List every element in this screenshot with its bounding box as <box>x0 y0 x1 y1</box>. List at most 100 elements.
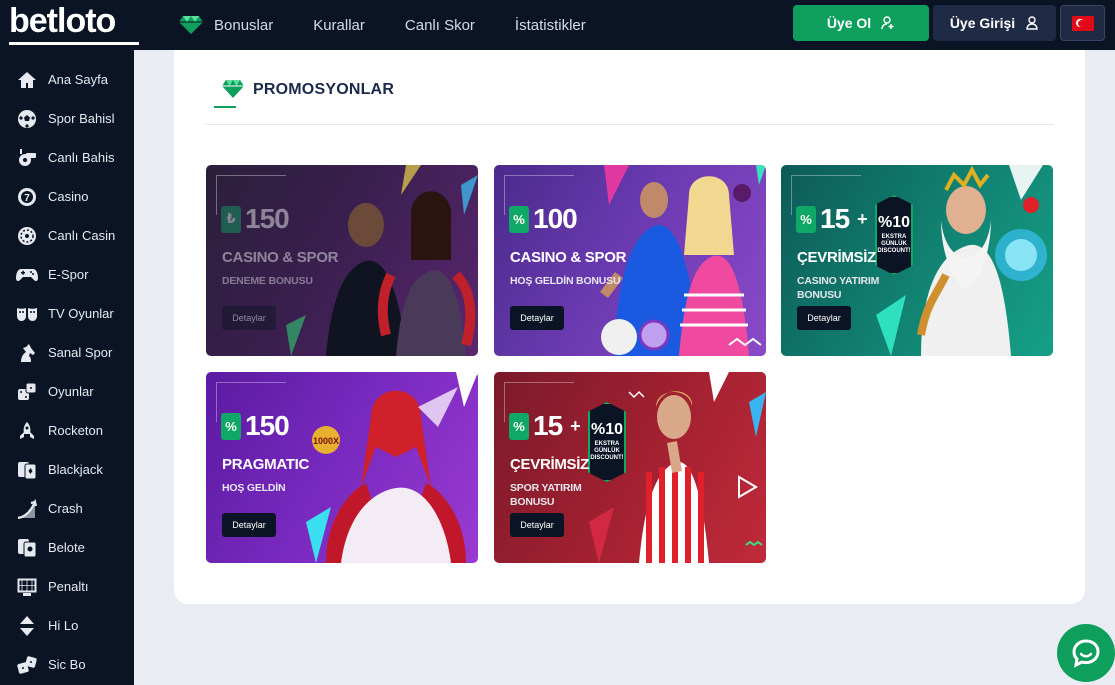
sidebar-item-sic-bo[interactable]: Sic Bo <box>0 645 134 684</box>
card-subtitle: HOŞ GELDİN BONUSU <box>510 275 621 287</box>
sidebar-item-label: Sic Bo <box>48 657 86 672</box>
details-button[interactable]: Detaylar <box>510 513 564 537</box>
promo-card-casino-spor-deneme[interactable]: ₺ 150 CASINO & SPOR DENEME BONUSU Detayl… <box>206 165 478 356</box>
details-button[interactable]: Detaylar <box>510 306 564 330</box>
title-underline <box>214 106 236 108</box>
live-chat-button[interactable] <box>1057 624 1115 682</box>
bonus-badge: % 15 + <box>509 410 581 442</box>
sidebar-item-penalti[interactable]: Penaltı <box>0 567 134 606</box>
sidebar-item-crash[interactable]: Crash <box>0 489 134 528</box>
badge-symbol: % <box>221 412 241 440</box>
register-label: Üye Ol <box>826 15 872 31</box>
nav-bonuslar-label: Bonuslar <box>214 16 274 34</box>
nav-istatistikler[interactable]: İstatistikler <box>515 17 586 34</box>
language-button[interactable] <box>1060 5 1105 41</box>
sidebar-item-label: Casino <box>48 189 89 204</box>
rocket-icon <box>16 420 38 442</box>
discount-value: %10 <box>877 214 911 231</box>
sidebar-item-label: Crash <box>48 501 83 516</box>
cards-icon <box>16 459 38 481</box>
sidebar-item-label: TV Oyunlar <box>48 306 114 321</box>
nav-canli-skor[interactable]: Canlı Skor <box>405 17 475 34</box>
svg-text:7: 7 <box>24 193 30 204</box>
card-headline: ÇEVRİMSİZ <box>510 456 589 473</box>
card-subtitle: DENEME BONUSU <box>222 275 313 287</box>
soccer-ball-icon <box>16 108 38 130</box>
gamepad-icon <box>16 264 38 286</box>
sidebar-item-label: Canlı Bahis <box>48 150 115 165</box>
sidebar: Ana Sayfa Spor Bahisl Canlı Bahis 7 Casi… <box>0 50 134 685</box>
dice-pair-icon <box>16 654 38 676</box>
details-button[interactable]: Detaylar <box>222 513 276 537</box>
promo-card-casino-spor-hosgeldin[interactable]: % 100 CASINO & SPOR HOŞ GELDİN BONUSU De… <box>494 165 766 356</box>
roulette-icon <box>16 225 38 247</box>
sidebar-item-belote[interactable]: Belote <box>0 528 134 567</box>
promo-card-pragmatic[interactable]: 1000X % 150 PRAGMATIC HOŞ GELDİN Detayla… <box>206 372 478 563</box>
multiplier-label: 1000X <box>313 436 339 446</box>
add-user-icon <box>881 16 894 30</box>
badge-symbol: ₺ <box>221 205 241 233</box>
horse-icon <box>16 342 38 364</box>
up-down-arrows-icon <box>16 615 38 637</box>
register-button[interactable]: Üye Ol <box>793 5 929 41</box>
goal-icon <box>16 576 38 598</box>
bonus-badge: % 15 + <box>796 203 868 235</box>
promo-card-cevrimsiz-spor[interactable]: % 15 + %10 EKSTRA GÜNLÜK DISCOUNT! ÇEVRİ… <box>494 372 766 563</box>
sidebar-item-label: Hi Lo <box>48 618 79 633</box>
details-button[interactable]: Detaylar <box>797 306 851 330</box>
badge-amount: 100 <box>533 203 578 234</box>
sidebar-item-hi-lo[interactable]: Hi Lo <box>0 606 134 645</box>
logo-underline <box>9 42 139 45</box>
promotions-panel: PROMOSYONLAR ₺ 150 CASINO & SPOR DENEME … <box>174 50 1085 604</box>
card-headline: PRAGMATIC <box>222 456 310 473</box>
sidebar-item-sanal-spor[interactable]: Sanal Spor <box>0 333 134 372</box>
dice-icon <box>16 381 38 403</box>
casino-chip-icon: 7 <box>16 186 38 208</box>
badge-amount: 15 <box>820 203 850 234</box>
sidebar-item-spor-bahisleri[interactable]: Spor Bahisl <box>0 99 134 138</box>
diamond-icon <box>222 80 244 98</box>
main-nav: Bonuslar Kurallar Canlı Skor İstatistikl… <box>178 0 626 50</box>
card-subtitle: CASINO YATIRIM BONUSU <box>797 275 880 301</box>
sidebar-item-blackjack[interactable]: Blackjack <box>0 450 134 489</box>
diamond-icon <box>179 16 203 34</box>
nav-kurallar[interactable]: Kurallar <box>313 17 365 34</box>
sidebar-item-oyunlar[interactable]: Oyunlar <box>0 372 134 411</box>
discount-value: %10 <box>590 421 624 438</box>
bonus-badge: ₺ 150 <box>221 203 290 235</box>
discount-text: EKSTRA GÜNLÜK DISCOUNT! <box>590 441 624 461</box>
card-headline: CASINO & SPOR <box>510 249 627 266</box>
login-label: Üye Girişi <box>949 15 1016 31</box>
page-title: PROMOSYONLAR <box>253 81 395 98</box>
details-button[interactable]: Detaylar <box>222 306 276 330</box>
card-headline: CASINO & SPOR <box>222 249 339 266</box>
playing-cards-icon <box>16 537 38 559</box>
login-button[interactable]: Üye Girişi <box>933 5 1056 41</box>
sidebar-item-label: Sanal Spor <box>48 345 113 360</box>
card-subtitle: HOŞ GELDİN <box>222 482 286 494</box>
home-icon <box>16 69 38 91</box>
sidebar-item-casino[interactable]: 7 Casino <box>0 177 134 216</box>
divider <box>205 124 1054 125</box>
betloto-logo[interactable]: betloto <box>9 4 139 45</box>
discount-badge: %10 EKSTRA GÜNLÜK DISCOUNT! <box>875 195 913 275</box>
sidebar-item-tv-oyunlari[interactable]: TV Oyunlar <box>0 294 134 333</box>
sidebar-item-canli-bahis[interactable]: Canlı Bahis <box>0 138 134 177</box>
sidebar-item-ana-sayfa[interactable]: Ana Sayfa <box>0 60 134 99</box>
badge-amount: 15 <box>533 410 563 441</box>
sidebar-item-label: Penaltı <box>48 579 89 594</box>
crash-chart-icon <box>16 498 38 520</box>
discount-badge: %10 EKSTRA GÜNLÜK DISCOUNT! <box>588 402 626 482</box>
sidebar-item-label: Canlı Casin <box>48 228 116 243</box>
user-icon <box>1026 16 1038 30</box>
badge-amount: 150 <box>245 410 290 441</box>
sidebar-item-e-spor[interactable]: E-Spor <box>0 255 134 294</box>
nav-bonuslar[interactable]: Bonuslar <box>178 15 273 35</box>
mask-icon <box>16 303 38 325</box>
promo-card-cevrimsiz-casino[interactable]: % 15 + %10 EKSTRA GÜNLÜK DISCOUNT! ÇEVRİ… <box>781 165 1053 356</box>
sidebar-item-label: Belote <box>48 540 85 555</box>
sidebar-item-rocketon[interactable]: Rocketon <box>0 411 134 450</box>
sidebar-item-canli-casino[interactable]: Canlı Casin <box>0 216 134 255</box>
badge-symbol: % <box>509 412 529 440</box>
bonus-badge: % 150 <box>221 410 290 442</box>
